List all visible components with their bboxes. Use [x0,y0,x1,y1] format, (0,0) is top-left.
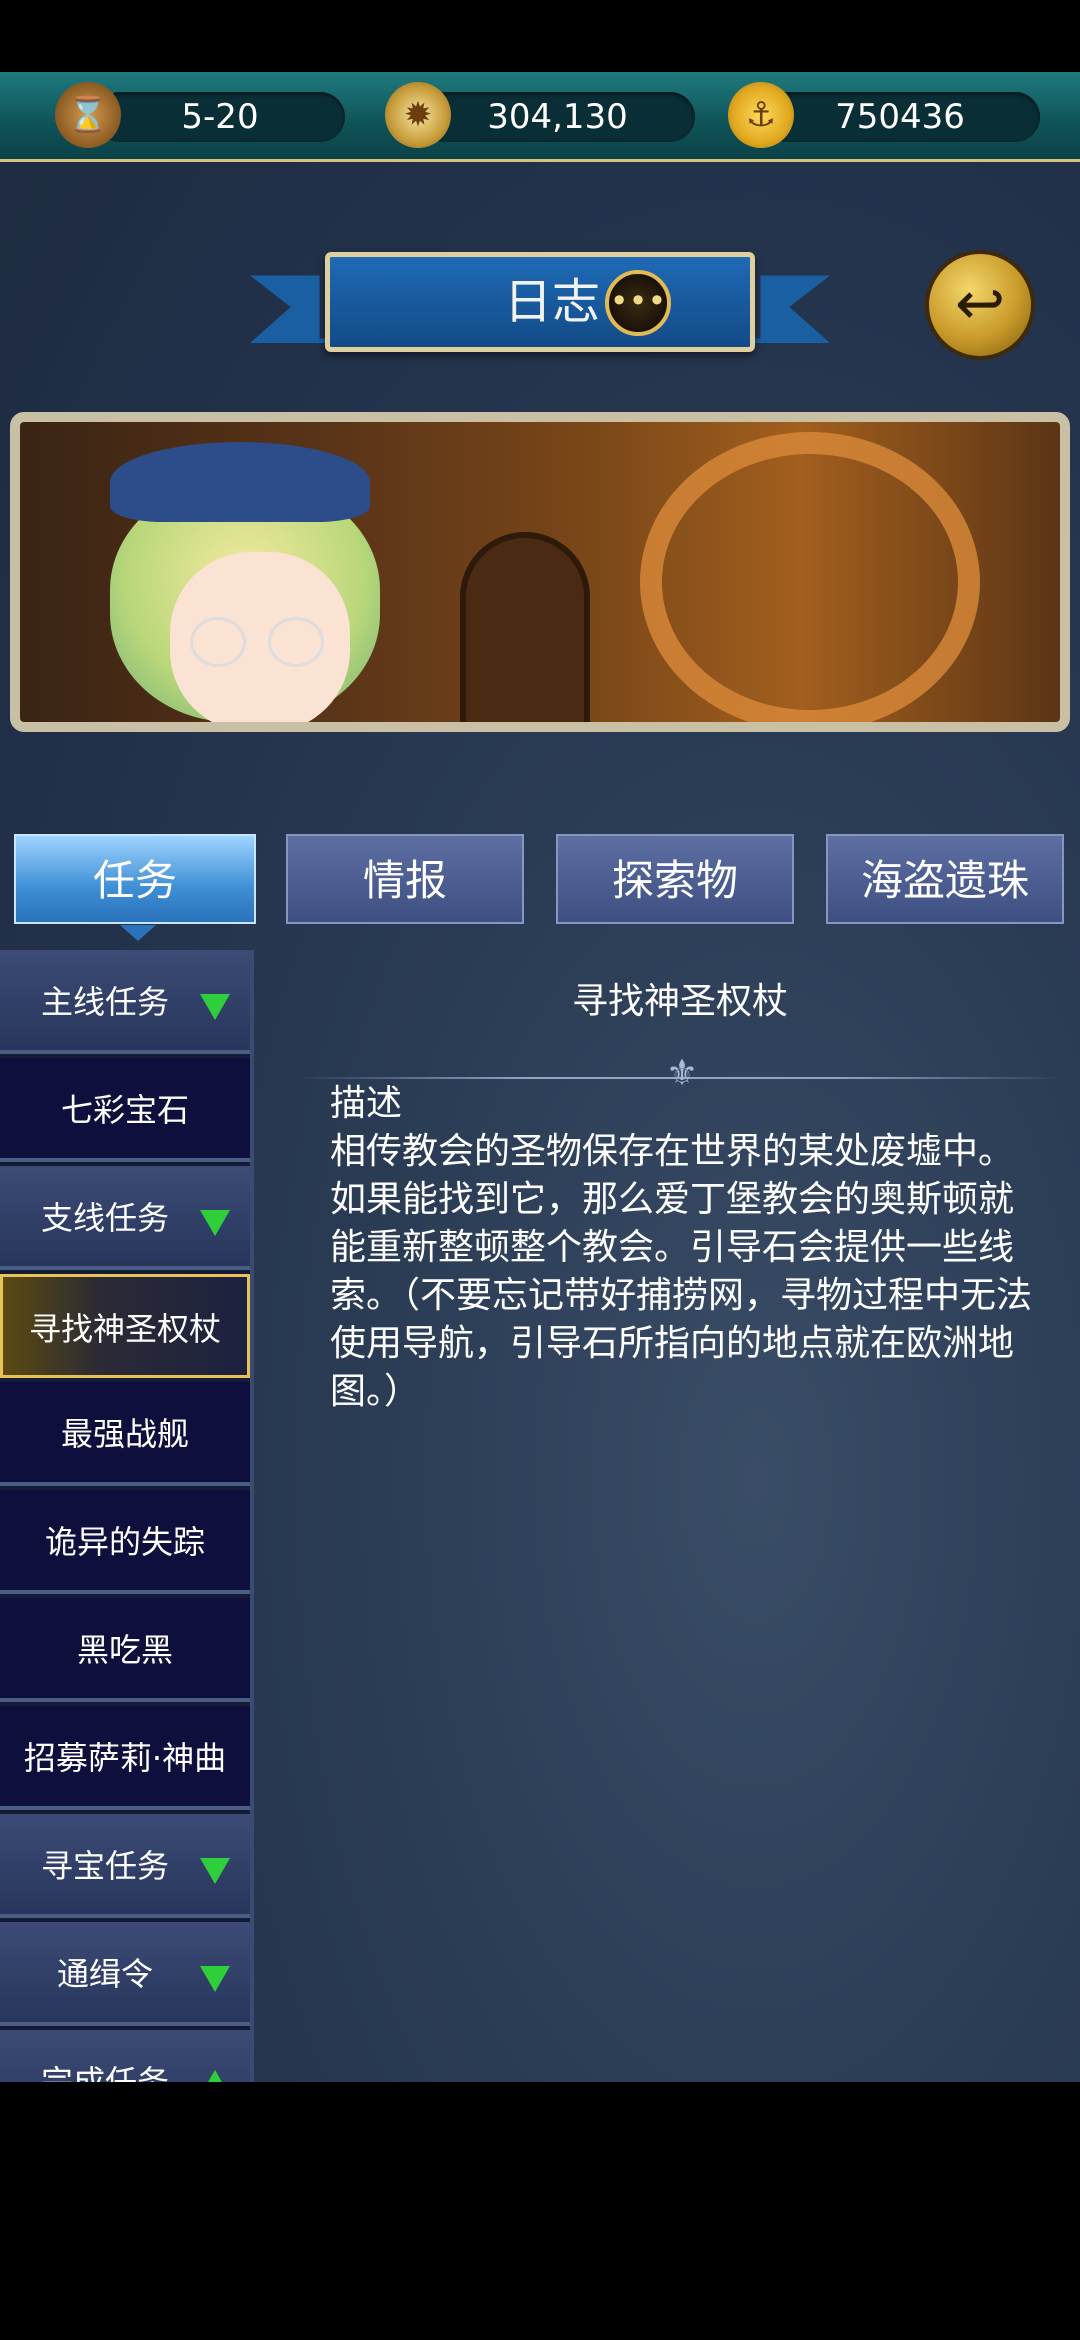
quest-description: 相传教会的圣物保存在世界的某处废墟中。如果能找到它，那么爱丁堡教会的奥斯顿就能重… [330,1131,1033,1412]
quest-sidebar: 主线任务 七彩宝石 支线任务 寻找神圣权杖 最强战舰 诡异的失踪 黑吃黑 招募萨… [0,950,254,2082]
active-tab-pointer [120,925,156,941]
compass-icon: ✹ [385,82,451,148]
glasses-icon [190,617,330,667]
time-counter: 5-20 [95,92,345,142]
back-arrow-icon: ↩ [954,269,1006,339]
door-illustration [460,532,590,722]
sidebar-item-wanted[interactable]: 通缉令 [0,1922,250,2026]
compass-counter: 304,130 [420,92,695,142]
expand-arrow-icon [200,1966,230,1992]
hat-icon [110,442,370,522]
sidebar-item-quest[interactable]: 七彩宝石 [0,1058,250,1162]
sidebar-item-side-quests[interactable]: 支线任务 [0,1166,250,1270]
quest-title: 寻找神圣权杖 [571,981,788,1022]
sidebar-item-quest[interactable]: 最强战舰 [0,1382,250,1486]
gold-counter: 750436 [760,92,1040,142]
time-value: 5-20 [181,97,259,137]
back-button[interactable]: ↩ [925,250,1035,360]
staircase-illustration [640,432,980,722]
sidebar-item-quest[interactable]: 招募萨莉·神曲 [0,1706,250,1810]
anchor-coin-icon: ⚓ [728,82,794,148]
sidebar-item-quest[interactable]: 诡异的失踪 [0,1490,250,1594]
sidebar-item-main-quests[interactable]: 主线任务 [0,950,250,1054]
title-banner: 日志 ••• [325,252,755,352]
page-title: 日志 [503,274,600,330]
tab-discoveries[interactable]: 探索物 [556,834,794,924]
scene-banner [10,412,1070,732]
character-portrait [50,442,380,722]
sidebar-item-quest-selected[interactable]: 寻找神圣权杖 [0,1274,250,1378]
tab-pirate-treasures[interactable]: 海盗遗珠 [826,834,1064,924]
collapse-arrow-icon [200,2070,230,2082]
sidebar-item-quest[interactable]: 黑吃黑 [0,1598,250,1702]
chat-icon[interactable]: ••• [605,270,671,336]
compass-value: 304,130 [487,97,628,137]
description-heading: 描述 [330,1083,403,1124]
tab-intel[interactable]: 情报 [286,834,524,924]
tab-tasks[interactable]: 任务 [14,834,256,924]
sidebar-item-treasure-quests[interactable]: 寻宝任务 [0,1814,250,1918]
game-screen: 5-20 ⌛ 304,130 ✹ 750436 ⚓ 日志 ••• ↩ 任务 情报… [0,72,1080,2082]
gold-value: 750436 [835,97,965,137]
expand-arrow-icon [200,994,230,1020]
sidebar-item-completed[interactable]: 完成任务 [0,2030,250,2082]
expand-arrow-icon [200,1858,230,1884]
expand-arrow-icon [200,1210,230,1236]
resource-bar: 5-20 ⌛ 304,130 ✹ 750436 ⚓ [0,72,1080,162]
ornament-icon: ⚜ [665,1053,699,1094]
hourglass-icon: ⌛ [55,82,121,148]
